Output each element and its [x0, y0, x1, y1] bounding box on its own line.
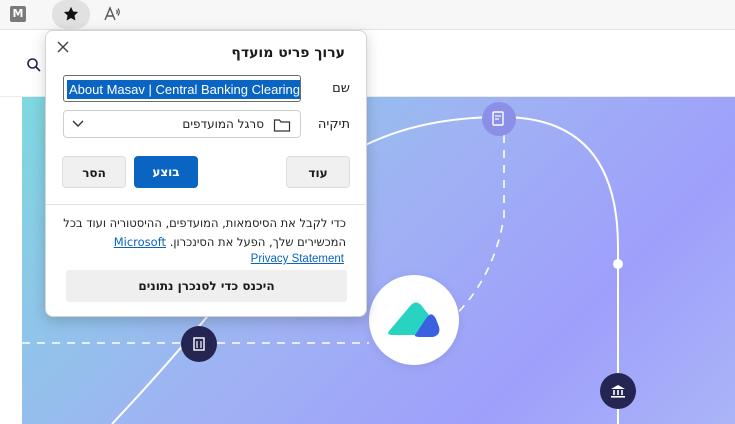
- favorite-button[interactable]: [52, 0, 90, 29]
- folder-icon: [273, 119, 291, 132]
- close-icon[interactable]: [54, 38, 72, 56]
- sync-text: כדי לקבל את הסיסמאות, המועדפים, ההיסטורי…: [63, 216, 346, 249]
- read-aloud-icon[interactable]: [102, 4, 122, 24]
- privacy-statement-link[interactable]: Privacy Statement: [251, 253, 344, 265]
- remove-button[interactable]: הסר: [62, 156, 126, 188]
- dialog-title: ערוך פריט מועדף: [231, 45, 345, 61]
- document-node-icon: [482, 102, 516, 136]
- divider: [46, 204, 366, 205]
- building-node-icon: [181, 326, 217, 362]
- done-button[interactable]: בוצע: [134, 156, 198, 188]
- folder-label: תיקיה: [317, 117, 350, 132]
- folder-value: סרגל המועדפים: [182, 117, 264, 131]
- sign-in-to-sync-button[interactable]: היכנס כדי לסנכרן נתונים: [66, 270, 347, 302]
- masav-logo: [369, 275, 459, 365]
- name-input[interactable]: About Masav | Central Banking Clearing C…: [63, 75, 301, 102]
- more-button[interactable]: עוד: [286, 156, 350, 188]
- browser-toolbar: M: [0, 0, 735, 30]
- folder-dropdown[interactable]: סרגל המועדפים: [63, 110, 301, 138]
- edit-favorite-dialog: ערוך פריט מועדף שם About Masav | Central…: [45, 30, 367, 317]
- sync-description: כדי לקבל את הסיסמאות, המועדפים, ההיסטורי…: [56, 214, 346, 252]
- extension-icon[interactable]: M: [10, 6, 26, 22]
- name-value: About Masav | Central Banking Clearing C…: [67, 80, 300, 99]
- microsoft-link[interactable]: Microsoft: [114, 235, 166, 249]
- search-icon[interactable]: [26, 57, 42, 73]
- chevron-down-icon: [72, 120, 84, 127]
- star-icon: [63, 6, 79, 21]
- name-label: שם: [332, 81, 350, 96]
- bank-node-icon: [600, 373, 636, 409]
